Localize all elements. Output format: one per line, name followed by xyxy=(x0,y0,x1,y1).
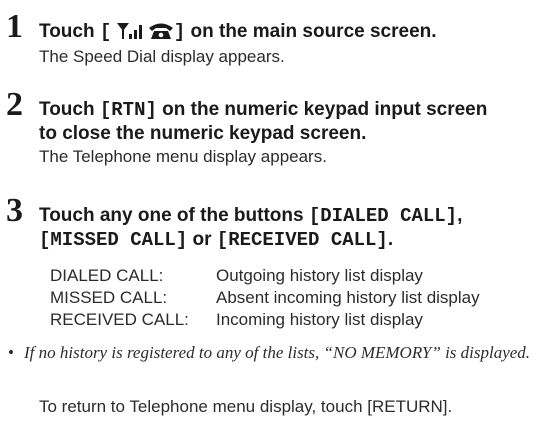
note: • If no history is registered to any of … xyxy=(8,342,548,364)
note-bullet: • xyxy=(8,343,14,362)
dialed-call-key-label: [DIALED CALL] xyxy=(308,205,458,227)
step-heading: Touch [RTN] on the numeric keypad input … xyxy=(39,98,550,122)
step-heading: Touch [ ] on the main source screen. xyxy=(39,20,550,46)
heading-text: or xyxy=(187,229,217,250)
definition-term: DIALED CALL: xyxy=(50,266,164,285)
heading-text: Touch any one of the buttons xyxy=(39,205,309,226)
definition-meaning: Absent incoming history list display xyxy=(216,288,480,307)
step-heading-line2: [MISSED CALL] or [RECEIVED CALL]. xyxy=(39,228,550,252)
step-description: The Telephone menu display appears. xyxy=(39,147,327,166)
definition-term: MISSED CALL: xyxy=(50,288,168,307)
step-number: 2 xyxy=(6,86,23,123)
definition-term: RECEIVED CALL: xyxy=(50,310,189,329)
received-call-key-label: [RECEIVED CALL] xyxy=(216,229,388,251)
step-heading-line2: to close the numeric keypad screen. xyxy=(39,123,367,144)
definition-meaning: Incoming history list display xyxy=(216,310,423,329)
step-heading: Touch any one of the buttons [DIALED CAL… xyxy=(39,204,550,228)
call-type-definitions: DIALED CALL: Outgoing history list displ… xyxy=(50,265,480,331)
heading-text: on the numeric keypad input screen xyxy=(156,99,488,120)
heading-text: . xyxy=(387,229,394,250)
heading-text: , xyxy=(457,205,463,226)
heading-text: Touch xyxy=(39,21,100,42)
return-instruction: To return to Telephone menu display, tou… xyxy=(39,397,453,416)
note-text: If no history is registered to any of th… xyxy=(24,343,531,362)
step-number: 1 xyxy=(6,8,23,45)
heading-text: Touch xyxy=(39,99,100,120)
step-number: 3 xyxy=(6,192,23,229)
bracket-close: ] xyxy=(173,21,186,43)
step-description: The Speed Dial display appears. xyxy=(39,47,285,66)
heading-text: on the main source screen. xyxy=(185,21,437,42)
signal-bars-icon xyxy=(116,22,143,46)
bracket-open: [ xyxy=(99,21,112,43)
rtn-key-label: [RTN] xyxy=(99,99,157,121)
definition-row: MISSED CALL: Absent incoming history lis… xyxy=(50,287,480,309)
definition-meaning: Outgoing history list display xyxy=(216,266,423,285)
telephone-icon xyxy=(148,22,174,46)
definition-row: DIALED CALL: Outgoing history list displ… xyxy=(50,265,480,287)
definition-row: RECEIVED CALL: Incoming history list dis… xyxy=(50,309,480,331)
missed-call-key-label: [MISSED CALL] xyxy=(39,229,188,251)
